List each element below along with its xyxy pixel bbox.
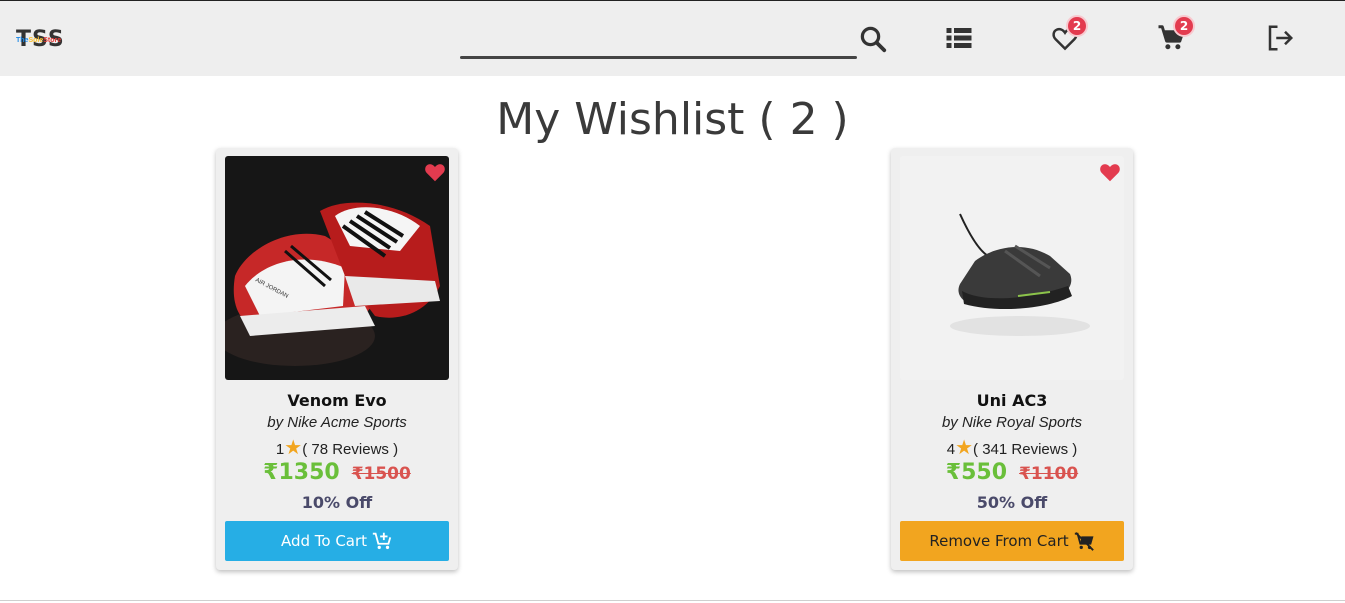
product-brand: by Nike Royal Sports bbox=[941, 414, 1083, 431]
product-image[interactable] bbox=[900, 156, 1124, 380]
star-icon: ★ bbox=[955, 437, 974, 459]
add-cart-icon bbox=[371, 530, 393, 552]
remove-from-cart-button[interactable]: Remove From Cart bbox=[900, 521, 1124, 561]
review-count: ( 78 Reviews ) bbox=[302, 441, 399, 458]
product-card[interactable]: Uni AC3 by Nike Royal Sports 4★( 341 Rev… bbox=[891, 148, 1133, 570]
product-rating: 1★( 78 Reviews ) bbox=[216, 435, 458, 460]
navbar: TSS TheSoleStore 2 2 bbox=[0, 1, 1345, 76]
current-price: ₹550 bbox=[945, 460, 1008, 485]
logout-icon[interactable] bbox=[1265, 23, 1295, 53]
search-underline bbox=[460, 56, 857, 59]
current-price: ₹1350 bbox=[263, 460, 340, 485]
search-icon[interactable] bbox=[858, 24, 888, 54]
add-to-cart-button[interactable]: Add To Cart bbox=[225, 521, 449, 561]
original-price: ₹1500 bbox=[351, 464, 411, 484]
favorite-heart-icon[interactable] bbox=[424, 162, 446, 182]
price-row: ₹1350 ₹1500 bbox=[216, 460, 458, 485]
list-icon[interactable] bbox=[944, 23, 974, 53]
rating-value: 4 bbox=[946, 441, 956, 458]
cart-count-badge: 2 bbox=[1173, 15, 1195, 37]
price-row: ₹550 ₹1100 bbox=[891, 460, 1133, 485]
discount-label: 50% Off bbox=[976, 493, 1048, 512]
review-count: ( 341 Reviews ) bbox=[973, 441, 1078, 458]
original-price: ₹1100 bbox=[1019, 464, 1079, 484]
remove-from-cart-label: Remove From Cart bbox=[929, 532, 1069, 550]
discount-label: 10% Off bbox=[301, 493, 373, 512]
logo[interactable]: TSS TheSoleStore bbox=[16, 28, 70, 52]
product-brand: by Nike Acme Sports bbox=[267, 414, 407, 431]
favorite-heart-icon[interactable] bbox=[1099, 162, 1121, 182]
product-image[interactable]: AIR JORDAN bbox=[225, 156, 449, 380]
bottom-divider bbox=[0, 600, 1345, 601]
product-rating: 4★( 341 Reviews ) bbox=[891, 435, 1133, 460]
rating-value: 1 bbox=[275, 441, 285, 458]
product-name[interactable]: Uni AC3 bbox=[891, 391, 1133, 410]
logo-sub-store: Store bbox=[43, 37, 62, 44]
product-card[interactable]: AIR JORDAN Venom Evo by Nike Acme Sports… bbox=[216, 148, 458, 570]
wishlist-count-badge: 2 bbox=[1066, 15, 1088, 37]
remove-cart-icon bbox=[1073, 530, 1095, 552]
add-to-cart-label: Add To Cart bbox=[280, 532, 368, 550]
page-title: My Wishlist ( 2 ) bbox=[496, 94, 849, 145]
logo-sub-sole: Sole bbox=[28, 37, 44, 44]
product-name[interactable]: Venom Evo bbox=[216, 391, 458, 410]
star-icon: ★ bbox=[284, 437, 303, 459]
search-input[interactable] bbox=[464, 29, 854, 55]
logo-sub-the: The bbox=[16, 37, 29, 44]
logo-subtext: TheSoleStore bbox=[16, 37, 61, 45]
